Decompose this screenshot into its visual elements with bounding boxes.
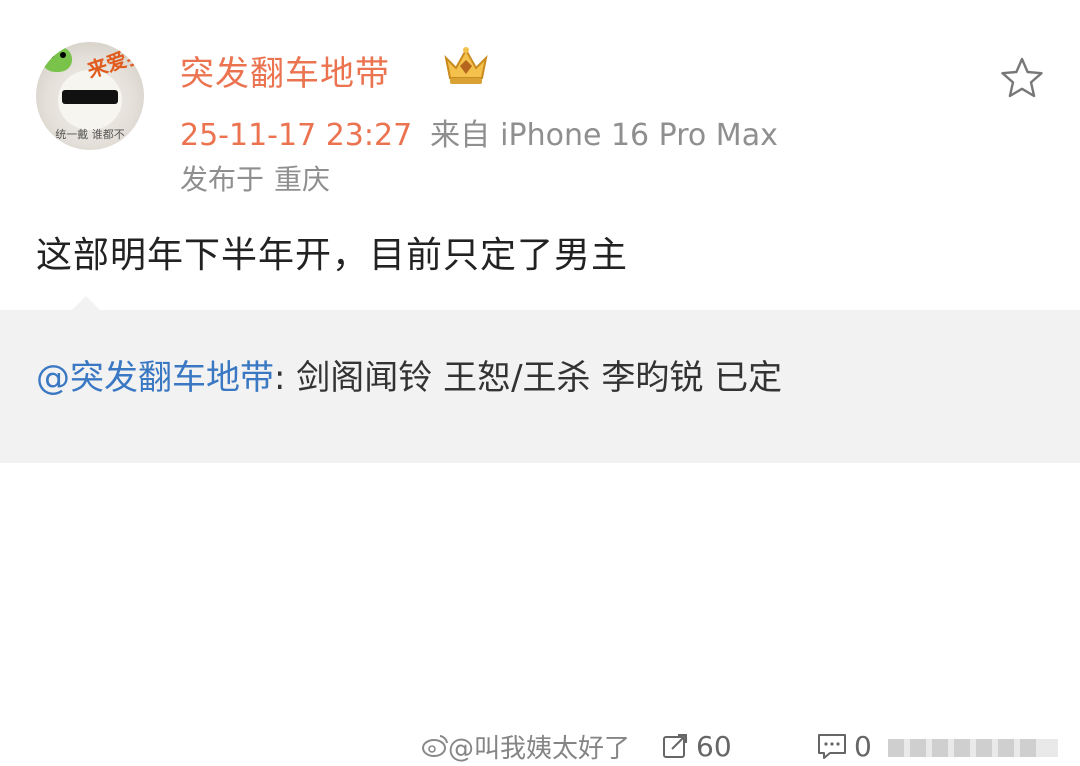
comment-count: 0 <box>854 729 872 763</box>
repost-arrow-icon <box>663 734 687 758</box>
action-bar: @叫我姨太好了 60 0 <box>0 726 1080 766</box>
post-meta: 25-11-17 23:27 来自 iPhone 16 Pro Max <box>180 110 778 154</box>
repost-button[interactable]: 60 <box>660 728 732 764</box>
like-button[interactable] <box>884 728 1070 764</box>
avatar-tag: 来爱我 <box>84 42 144 83</box>
post-time: 25-11-17 23:27 <box>180 118 413 153</box>
location-city: 重庆 <box>274 163 331 196</box>
avatar-caption: 统一戴 谁都不 <box>55 128 125 141</box>
comment-button[interactable]: 0 <box>816 728 872 764</box>
username[interactable]: 突发翻车地带 <box>180 46 390 95</box>
repost-body: : 剑阁闻铃 王恕/王杀 李昀锐 已定 <box>274 358 783 398</box>
repost-text: @突发翻车地带: 剑阁闻铃 王恕/王杀 李昀锐 已定 <box>36 350 782 399</box>
repost-count: 60 <box>696 729 732 763</box>
avatar[interactable]: 来爱我 统一戴 谁都不 <box>36 42 144 150</box>
avatar-sunglasses <box>62 90 118 104</box>
source-prefix: 来自 <box>430 118 491 153</box>
repost-box[interactable]: @突发翻车地带: 剑阁闻铃 王恕/王杀 李昀锐 已定 @叫我姨太好了 60 0 <box>0 310 1080 764</box>
device-name: iPhone 16 Pro Max <box>500 118 778 153</box>
thumbs-up-icon <box>888 739 1058 757</box>
avatar-frog-sticker <box>42 46 72 72</box>
star-outline-icon[interactable] <box>998 54 1046 102</box>
post-content: 这部明年下半年开，目前只定了男主 <box>36 235 629 276</box>
post-location: 发布于 重庆 <box>180 158 330 198</box>
weibo-logo-icon <box>422 735 448 757</box>
weibo-post: 来爱我 统一戴 谁都不 突发翻车地带 25-11-17 23:27 来自 iPhon… <box>0 0 1080 310</box>
repost-mention[interactable]: @突发翻车地带 <box>36 358 274 398</box>
crown-badge-icon <box>444 47 488 84</box>
location-prefix: 发布于 <box>180 163 265 196</box>
watermark: @叫我姨太好了 <box>448 734 631 764</box>
comment-bubble-icon <box>818 734 846 759</box>
